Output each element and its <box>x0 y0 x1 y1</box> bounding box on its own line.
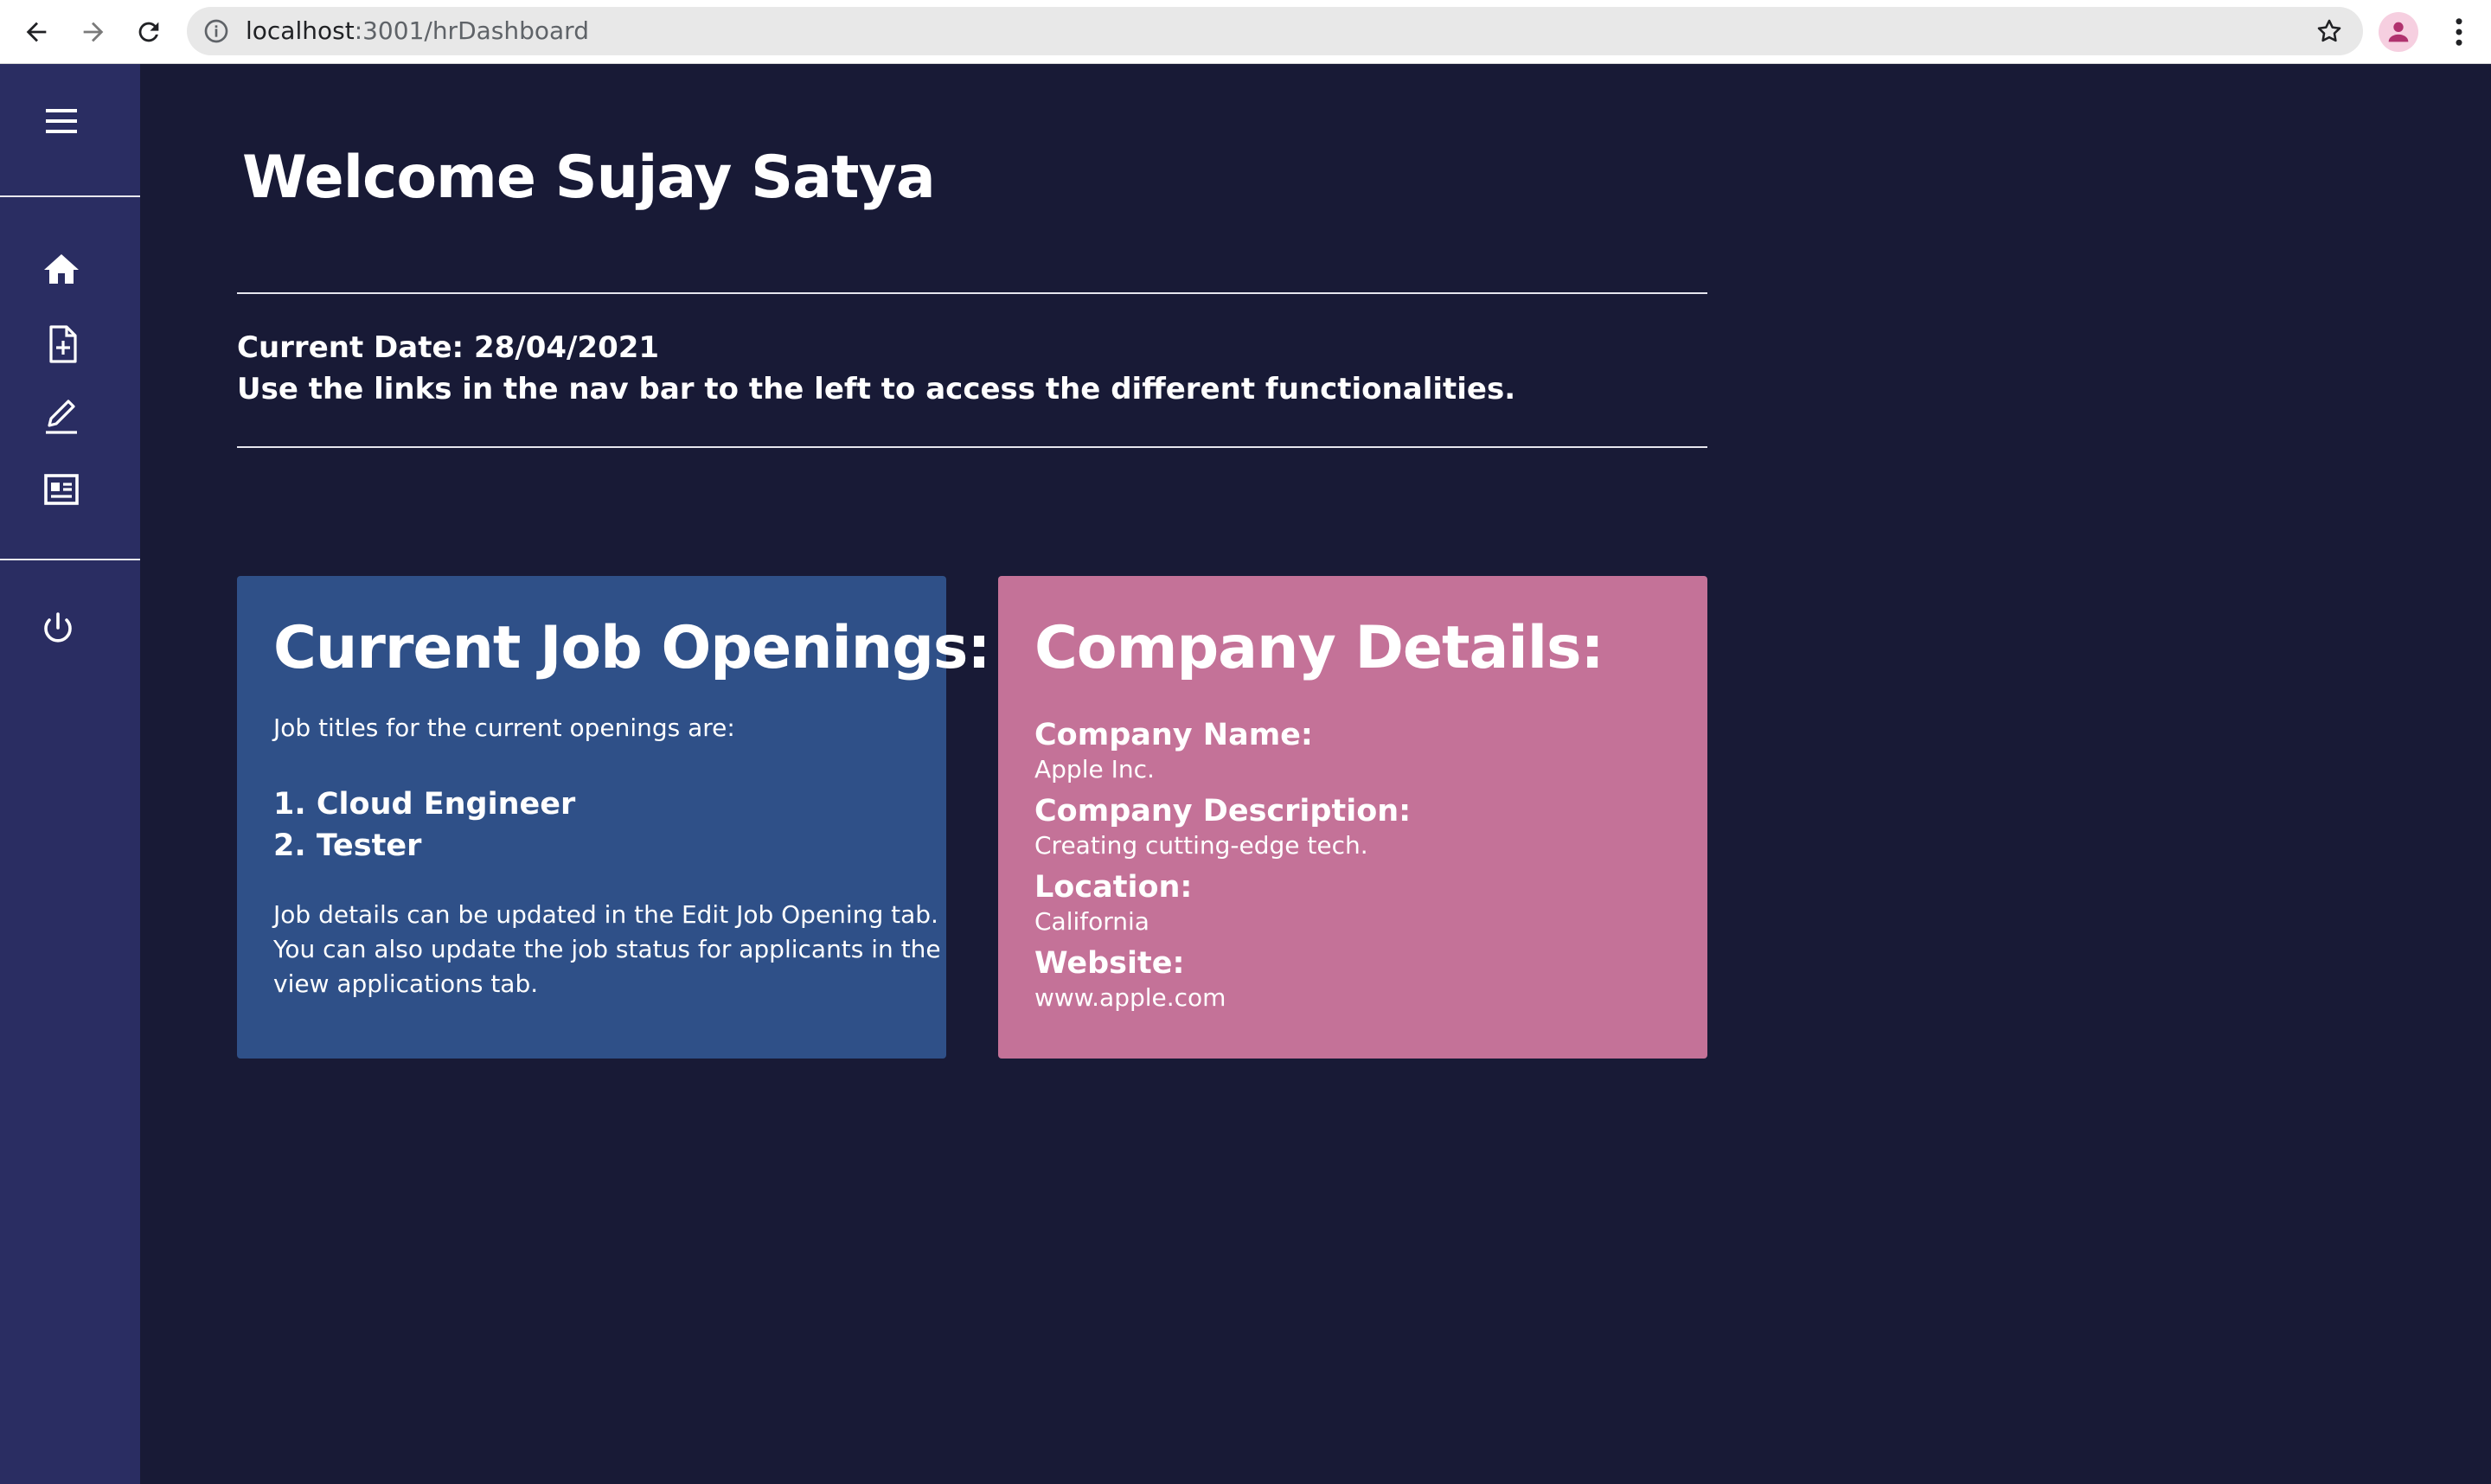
page-title: Welcome Sujay Satya <box>242 144 936 212</box>
job-openings-card: Current Job Openings: Job titles for the… <box>237 576 991 1059</box>
sidebar-menu-toggle[interactable] <box>39 99 84 144</box>
divider <box>237 446 1707 448</box>
job-openings-intro: Job titles for the current openings are: <box>273 713 735 742</box>
menu-icon <box>46 109 77 133</box>
address-bar[interactable]: localhost:3001/hrDashboard <box>187 7 2363 55</box>
list-item: 2. Tester <box>273 828 422 863</box>
nav-hint: Use the links in the nav bar to the left… <box>237 372 1516 406</box>
home-icon <box>44 254 79 284</box>
company-details-card: Company Details: Company Name: Apple Inc… <box>998 576 1707 1059</box>
sidebar-item-edit-job-opening[interactable] <box>39 394 84 439</box>
website-value: www.apple.com <box>1034 983 1226 1012</box>
job-openings-note: You can also update the job status for a… <box>273 935 941 963</box>
location-value: California <box>1034 907 1149 936</box>
job-openings-note: Job details can be updated in the Edit J… <box>273 900 938 929</box>
company-description-value: Creating cutting-edge tech. <box>1034 831 1368 860</box>
sidebar <box>0 64 140 1484</box>
list-item: 1. Cloud Engineer <box>273 787 576 822</box>
back-arrow-icon <box>26 22 47 42</box>
company-details-title: Company Details: <box>1034 614 1604 682</box>
profile-avatar[interactable] <box>2379 12 2418 52</box>
more-vertical-icon[interactable] <box>2441 14 2477 50</box>
forward-arrow-icon <box>83 22 104 42</box>
current-date: Current Date: 28/04/2021 <box>237 330 660 365</box>
reload-icon <box>138 22 159 42</box>
location-label: Location: <box>1034 870 1193 905</box>
url-path: :3001/hrDashboard <box>354 16 589 45</box>
sidebar-divider <box>0 559 140 560</box>
sidebar-item-home[interactable] <box>39 247 84 292</box>
divider <box>237 292 1707 294</box>
person-icon <box>2388 22 2409 42</box>
company-description-label: Company Description: <box>1034 794 1412 828</box>
website-label: Website: <box>1034 946 1185 981</box>
job-openings-title: Current Job Openings: <box>273 614 991 682</box>
sidebar-item-view-applications[interactable] <box>39 467 84 512</box>
add-file-icon <box>49 325 77 363</box>
back-button[interactable] <box>17 13 55 51</box>
reload-button[interactable] <box>130 13 168 51</box>
url-text: localhost:3001/hrDashboard <box>246 7 589 55</box>
url-host: localhost <box>246 16 355 45</box>
applications-icon <box>44 474 79 505</box>
sidebar-divider <box>0 195 140 197</box>
edit-icon <box>46 400 77 434</box>
forward-button[interactable] <box>74 13 112 51</box>
bookmark-star-icon[interactable] <box>2315 16 2344 46</box>
company-name-label: Company Name: <box>1034 718 1313 752</box>
power-icon <box>44 612 72 643</box>
sidebar-item-add-job-opening[interactable] <box>39 322 84 367</box>
main-content: Welcome Sujay Satya Current Date: 28/04/… <box>140 64 2491 1484</box>
site-info-icon[interactable] <box>202 17 230 45</box>
sidebar-item-logout[interactable] <box>35 607 80 652</box>
browser-toolbar: localhost:3001/hrDashboard <box>0 0 2491 64</box>
job-openings-note: view applications tab. <box>273 969 539 998</box>
company-name-value: Apple Inc. <box>1034 755 1155 784</box>
